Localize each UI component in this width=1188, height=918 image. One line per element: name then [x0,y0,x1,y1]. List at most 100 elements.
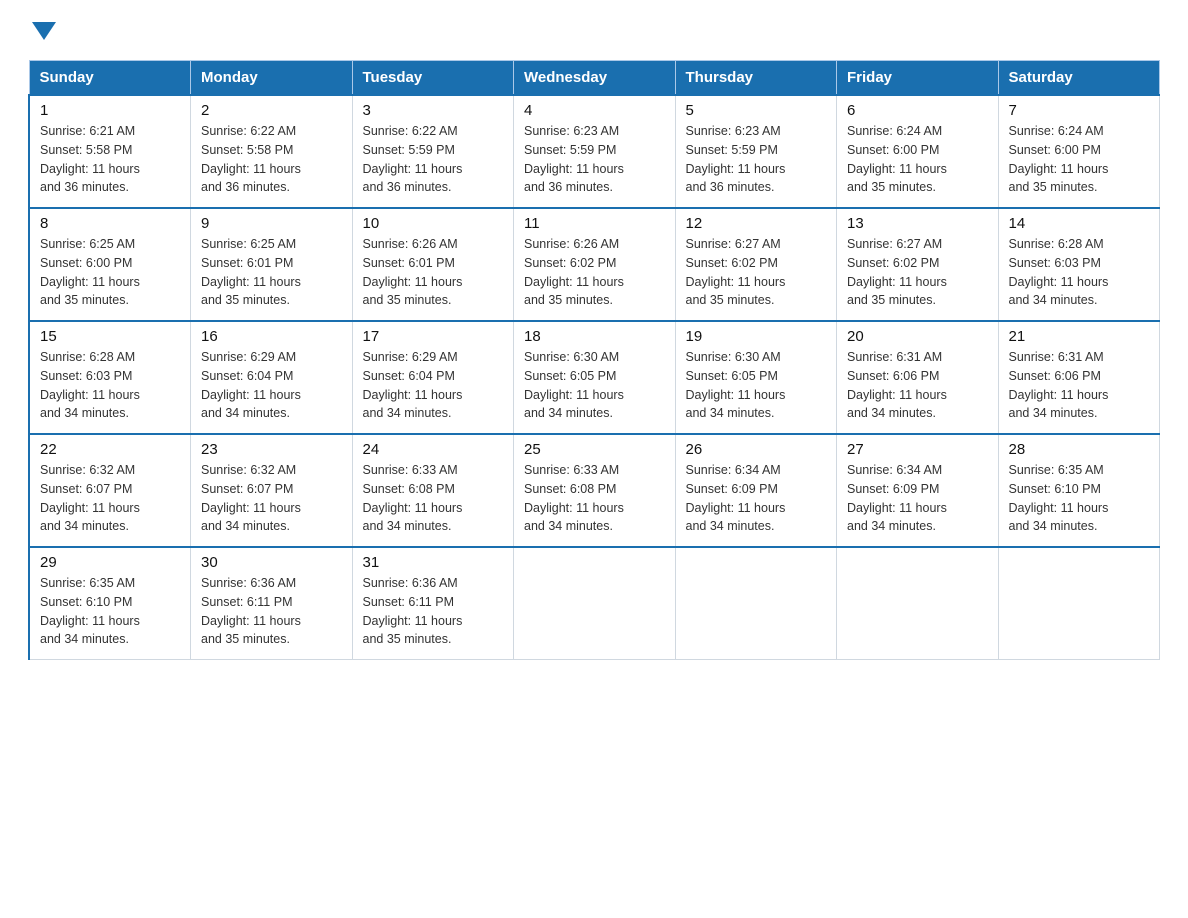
day-info: Sunrise: 6:27 AMSunset: 6:02 PMDaylight:… [847,235,988,310]
day-info: Sunrise: 6:28 AMSunset: 6:03 PMDaylight:… [1009,235,1150,310]
logo [28,24,56,40]
day-number: 6 [847,102,988,119]
day-number: 11 [524,215,665,232]
day-number: 27 [847,441,988,458]
day-info: Sunrise: 6:31 AMSunset: 6:06 PMDaylight:… [847,348,988,423]
calendar-cell: 18 Sunrise: 6:30 AMSunset: 6:05 PMDayligh… [514,321,676,434]
calendar-table: SundayMondayTuesdayWednesdayThursdayFrid… [28,60,1160,660]
day-number: 4 [524,102,665,119]
calendar-cell: 2 Sunrise: 6:22 AMSunset: 5:58 PMDaylight… [191,95,353,208]
calendar-cell: 23 Sunrise: 6:32 AMSunset: 6:07 PMDayligh… [191,434,353,547]
day-number: 1 [40,102,180,119]
day-number: 29 [40,554,180,571]
calendar-body: 1 Sunrise: 6:21 AMSunset: 5:58 PMDaylight… [29,95,1160,660]
day-number: 8 [40,215,180,232]
calendar-cell: 21 Sunrise: 6:31 AMSunset: 6:06 PMDayligh… [998,321,1160,434]
calendar-week-5: 29 Sunrise: 6:35 AMSunset: 6:10 PMDayligh… [29,547,1160,660]
calendar-cell [998,547,1160,660]
day-number: 17 [363,328,504,345]
day-info: Sunrise: 6:26 AMSunset: 6:02 PMDaylight:… [524,235,665,310]
day-header-saturday: Saturday [998,61,1160,96]
day-number: 15 [40,328,180,345]
calendar-cell: 7 Sunrise: 6:24 AMSunset: 6:00 PMDaylight… [998,95,1160,208]
day-number: 21 [1009,328,1150,345]
day-info: Sunrise: 6:33 AMSunset: 6:08 PMDaylight:… [363,461,504,536]
calendar-week-2: 8 Sunrise: 6:25 AMSunset: 6:00 PMDaylight… [29,208,1160,321]
day-info: Sunrise: 6:26 AMSunset: 6:01 PMDaylight:… [363,235,504,310]
calendar-cell: 8 Sunrise: 6:25 AMSunset: 6:00 PMDaylight… [29,208,191,321]
day-info: Sunrise: 6:24 AMSunset: 6:00 PMDaylight:… [1009,122,1150,197]
calendar-cell: 1 Sunrise: 6:21 AMSunset: 5:58 PMDaylight… [29,95,191,208]
calendar-cell: 24 Sunrise: 6:33 AMSunset: 6:08 PMDayligh… [352,434,514,547]
day-info: Sunrise: 6:29 AMSunset: 6:04 PMDaylight:… [363,348,504,423]
calendar-cell: 16 Sunrise: 6:29 AMSunset: 6:04 PMDayligh… [191,321,353,434]
day-number: 28 [1009,441,1150,458]
day-number: 23 [201,441,342,458]
day-number: 16 [201,328,342,345]
page-header [28,24,1160,40]
calendar-cell: 17 Sunrise: 6:29 AMSunset: 6:04 PMDayligh… [352,321,514,434]
calendar-cell: 10 Sunrise: 6:26 AMSunset: 6:01 PMDayligh… [352,208,514,321]
day-number: 12 [686,215,827,232]
day-number: 30 [201,554,342,571]
calendar-cell: 3Sunrise: 6:22 AMSunset: 5:59 PMDaylight… [352,95,514,208]
calendar-cell [837,547,999,660]
day-info: Sunrise: 6:31 AMSunset: 6:06 PMDaylight:… [1009,348,1150,423]
day-info: Sunrise: 6:29 AMSunset: 6:04 PMDaylight:… [201,348,342,423]
calendar-cell: 27Sunrise: 6:34 AMSunset: 6:09 PMDayligh… [837,434,999,547]
calendar-cell: 5Sunrise: 6:23 AMSunset: 5:59 PMDaylight… [675,95,837,208]
calendar-cell: 9 Sunrise: 6:25 AMSunset: 6:01 PMDaylight… [191,208,353,321]
day-info: Sunrise: 6:21 AMSunset: 5:58 PMDaylight:… [40,122,180,197]
calendar-cell [675,547,837,660]
day-number: 19 [686,328,827,345]
calendar-cell: 4Sunrise: 6:23 AMSunset: 5:59 PMDaylight… [514,95,676,208]
day-info: Sunrise: 6:25 AMSunset: 6:01 PMDaylight:… [201,235,342,310]
day-info: Sunrise: 6:24 AMSunset: 6:00 PMDaylight:… [847,122,988,197]
calendar-header: SundayMondayTuesdayWednesdayThursdayFrid… [29,61,1160,96]
day-number: 31 [363,554,504,571]
calendar-cell: 14Sunrise: 6:28 AMSunset: 6:03 PMDayligh… [998,208,1160,321]
calendar-cell: 28 Sunrise: 6:35 AMSunset: 6:10 PMDayligh… [998,434,1160,547]
logo-triangle-icon [32,22,56,40]
day-info: Sunrise: 6:22 AMSunset: 5:58 PMDaylight:… [201,122,342,197]
calendar-cell: 15 Sunrise: 6:28 AMSunset: 6:03 PMDayligh… [29,321,191,434]
calendar-cell: 26 Sunrise: 6:34 AMSunset: 6:09 PMDayligh… [675,434,837,547]
calendar-cell: 29 Sunrise: 6:35 AMSunset: 6:10 PMDayligh… [29,547,191,660]
day-number: 13 [847,215,988,232]
day-info: Sunrise: 6:36 AMSunset: 6:11 PMDaylight:… [201,574,342,649]
calendar-cell: 13 Sunrise: 6:27 AMSunset: 6:02 PMDayligh… [837,208,999,321]
day-number: 10 [363,215,504,232]
day-number: 26 [686,441,827,458]
day-number: 18 [524,328,665,345]
day-info: Sunrise: 6:25 AMSunset: 6:00 PMDaylight:… [40,235,180,310]
calendar-cell: 19Sunrise: 6:30 AMSunset: 6:05 PMDayligh… [675,321,837,434]
day-header-tuesday: Tuesday [352,61,514,96]
day-number: 5 [686,102,827,119]
day-info: Sunrise: 6:34 AMSunset: 6:09 PMDaylight:… [686,461,827,536]
day-number: 3 [363,102,504,119]
day-number: 25 [524,441,665,458]
day-number: 20 [847,328,988,345]
day-header-friday: Friday [837,61,999,96]
calendar-cell: 30 Sunrise: 6:36 AMSunset: 6:11 PMDayligh… [191,547,353,660]
day-info: Sunrise: 6:30 AMSunset: 6:05 PMDaylight:… [524,348,665,423]
day-info: Sunrise: 6:36 AMSunset: 6:11 PMDaylight:… [363,574,504,649]
day-info: Sunrise: 6:35 AMSunset: 6:10 PMDaylight:… [1009,461,1150,536]
calendar-cell [514,547,676,660]
day-number: 2 [201,102,342,119]
calendar-cell: 20 Sunrise: 6:31 AMSunset: 6:06 PMDayligh… [837,321,999,434]
day-info: Sunrise: 6:28 AMSunset: 6:03 PMDaylight:… [40,348,180,423]
day-header-wednesday: Wednesday [514,61,676,96]
day-number: 22 [40,441,180,458]
day-info: Sunrise: 6:35 AMSunset: 6:10 PMDaylight:… [40,574,180,649]
day-header-thursday: Thursday [675,61,837,96]
day-number: 24 [363,441,504,458]
calendar-week-4: 22 Sunrise: 6:32 AMSunset: 6:07 PMDayligh… [29,434,1160,547]
day-info: Sunrise: 6:32 AMSunset: 6:07 PMDaylight:… [201,461,342,536]
calendar-cell: 25Sunrise: 6:33 AMSunset: 6:08 PMDayligh… [514,434,676,547]
calendar-cell: 22Sunrise: 6:32 AMSunset: 6:07 PMDayligh… [29,434,191,547]
calendar-cell: 11 Sunrise: 6:26 AMSunset: 6:02 PMDayligh… [514,208,676,321]
day-number: 7 [1009,102,1150,119]
day-number: 9 [201,215,342,232]
calendar-week-1: 1 Sunrise: 6:21 AMSunset: 5:58 PMDaylight… [29,95,1160,208]
